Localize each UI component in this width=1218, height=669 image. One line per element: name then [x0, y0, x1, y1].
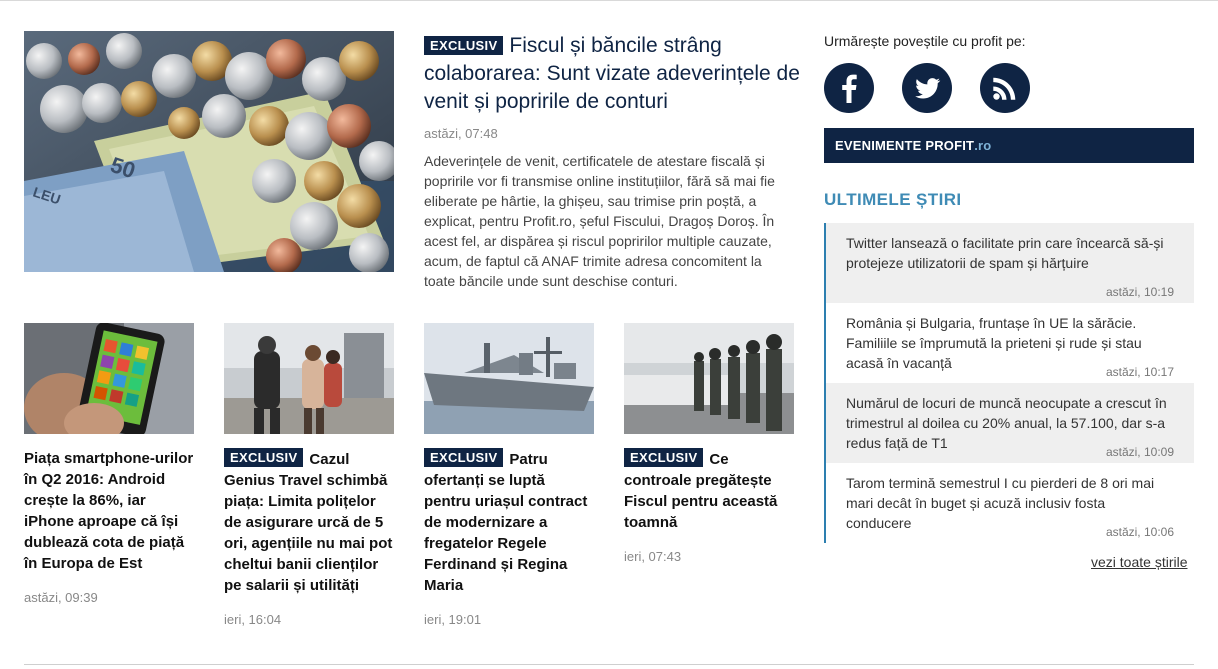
article-thumbnail[interactable]	[224, 323, 394, 434]
news-text[interactable]: Twitter lansează o facilitate prin care …	[846, 233, 1174, 273]
news-timestamp: astăzi, 10:09	[1105, 445, 1174, 459]
article-timestamp: astăzi, 09:39	[24, 590, 98, 605]
article-card[interactable]: EXCLUSIV Patru ofertanți se luptă pentru …	[424, 323, 594, 627]
exclusive-badge: EXCLUSIV	[224, 448, 304, 467]
lead-summary: Adeverințele de venit, certificatele de …	[424, 153, 775, 289]
events-suffix: .ro	[974, 138, 992, 153]
article-timestamp: ieri, 07:43	[624, 549, 682, 564]
article-title[interactable]: EXCLUSIV Patru ofertanți se luptă pentru …	[424, 448, 594, 596]
article-timestamp: ieri, 16:04	[224, 612, 282, 627]
news-item[interactable]: Numărul de locuri de muncă neocupate a c…	[826, 383, 1194, 463]
lead-image[interactable]: 50 LEU	[24, 31, 394, 272]
see-all-news-link[interactable]: vezi toate știrile	[1091, 554, 1187, 570]
news-timestamp: astăzi, 10:06	[1105, 525, 1174, 539]
article-title-text[interactable]: Piața smartphone-urilor în Q2 2016: Andr…	[24, 450, 193, 572]
news-item[interactable]: Tarom termină semestrul I cu pierderi de…	[826, 463, 1194, 543]
article-thumbnail[interactable]	[624, 323, 794, 434]
top-divider	[0, 0, 1218, 1]
events-label: EVENIMENTE PROFIT	[835, 138, 975, 153]
latest-news-list: Twitter lansează o facilitate prin care …	[824, 223, 1196, 543]
rss-button[interactable]	[980, 63, 1030, 113]
lead-timestamp: astăzi, 07:48	[424, 126, 498, 141]
article-timestamp: ieri, 19:01	[424, 612, 482, 627]
article-title-text[interactable]: Cazul Genius Travel schimbă piața: Limit…	[224, 451, 392, 594]
rss-icon	[993, 77, 1016, 100]
twitter-button[interactable]	[902, 63, 952, 113]
article-card[interactable]: EXCLUSIV Cazul Genius Travel schimbă piaț…	[224, 323, 394, 627]
facebook-icon	[842, 74, 857, 103]
news-timestamp: astăzi, 10:17	[1105, 365, 1174, 379]
article-card[interactable]: Piața smartphone-urilor în Q2 2016: Andr…	[24, 323, 194, 605]
article-title-text[interactable]: Patru ofertanți se luptă pentru uriașul …	[424, 451, 587, 594]
follow-label: Urmărește poveștile cu profit pe:	[824, 33, 1026, 49]
exclusive-badge: EXCLUSIV	[424, 448, 504, 467]
article-title[interactable]: EXCLUSIV Cazul Genius Travel schimbă piaț…	[224, 448, 394, 596]
latest-news-heading: ULTIMELE ȘTIRI	[824, 190, 962, 209]
article-title[interactable]: Piața smartphone-urilor în Q2 2016: Andr…	[24, 448, 194, 574]
exclusive-badge: EXCLUSIV	[424, 36, 504, 55]
article-title[interactable]: EXCLUSIV Ce controale pregătește Fiscul p…	[624, 448, 794, 533]
article-card[interactable]: EXCLUSIV Ce controale pregătește Fiscul p…	[624, 323, 794, 564]
twitter-icon	[915, 78, 941, 99]
article-thumbnail[interactable]	[424, 323, 594, 434]
news-text[interactable]: Tarom termină semestrul I cu pierderi de…	[846, 473, 1174, 533]
events-link[interactable]: EVENIMENTE PROFIT .ro	[824, 128, 1194, 163]
news-item[interactable]: România și Bulgaria, fruntașe în UE la s…	[826, 303, 1194, 383]
bottom-divider	[24, 664, 1194, 665]
lead-title[interactable]: EXCLUSIV Fiscul și băncile strâng colabor…	[424, 32, 800, 116]
news-item[interactable]: Twitter lansează o facilitate prin care …	[826, 223, 1194, 303]
news-text[interactable]: România și Bulgaria, fruntașe în UE la s…	[846, 313, 1174, 373]
facebook-button[interactable]	[824, 63, 874, 113]
news-timestamp: astăzi, 10:19	[1105, 285, 1174, 299]
article-thumbnail[interactable]	[24, 323, 194, 434]
exclusive-badge: EXCLUSIV	[624, 448, 704, 467]
news-text[interactable]: Numărul de locuri de muncă neocupate a c…	[846, 393, 1174, 453]
